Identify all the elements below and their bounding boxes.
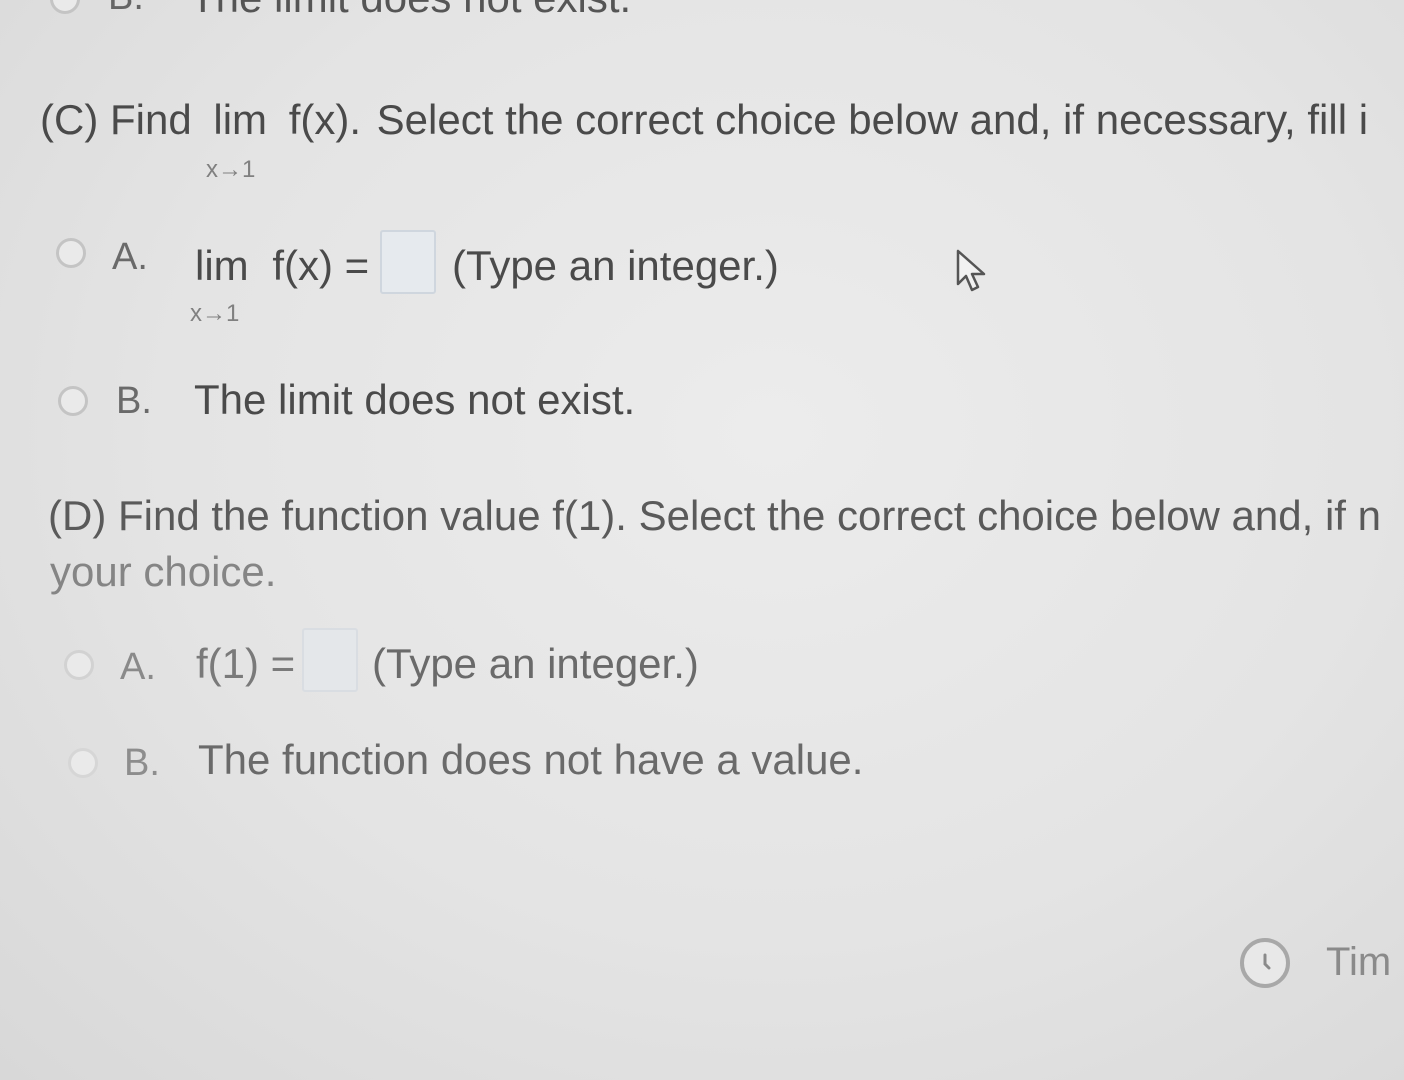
part-c-question: (C) Find lim f(x). Select the correct ch…: [40, 96, 1368, 144]
part-d-choice-b-text: The function does not have a value.: [198, 736, 864, 783]
part-c-lim: lim: [213, 96, 268, 143]
part-c-choice-b-text: The limit does not exist.: [194, 376, 636, 423]
timer-label[interactable]: Tim: [1326, 940, 1391, 985]
clock-icon: [1240, 938, 1290, 988]
part-d-question-line2: your choice.: [50, 548, 277, 595]
part-c-choice-a-lim: lim: [195, 242, 249, 289]
previous-choice-b-letter: B.: [108, 0, 144, 19]
part-c-answer-input[interactable]: [380, 230, 436, 294]
part-d-choice-a-letter: A.: [120, 646, 156, 688]
part-d-answer-input[interactable]: [302, 628, 358, 692]
previous-choice-b-text: The limit does not exist.: [190, 0, 631, 22]
part-c-rest: Select the correct choice below and, if …: [376, 96, 1369, 143]
part-c-choice-a-func: f(x) =: [272, 242, 370, 289]
part-c-choice-a-radio[interactable]: [56, 238, 86, 268]
part-c-prefix: (C) Find: [40, 96, 192, 143]
part-d-choice-b-radio[interactable]: [68, 748, 98, 778]
part-c-func: f(x).: [288, 96, 361, 143]
part-c-choice-a-letter: A.: [112, 236, 148, 278]
part-c-limit-subscript: x→1: [206, 156, 256, 183]
part-c-choice-a-expression: lim f(x) =: [195, 242, 369, 290]
part-d-question-line1: (D) Find the function value f(1). Select…: [48, 492, 1381, 539]
part-c-choice-a-hint: (Type an integer.): [452, 242, 779, 289]
part-c-choice-b-letter: B.: [116, 380, 152, 422]
part-c-choice-b-radio[interactable]: [58, 386, 88, 416]
part-d-choice-a-expression: f(1) =: [196, 640, 296, 687]
mouse-pointer-icon: [956, 249, 986, 292]
part-c-choice-a-subscript: x→1: [190, 300, 240, 327]
part-d-choice-a-radio[interactable]: [64, 650, 94, 680]
part-d-choice-b-letter: B.: [124, 742, 160, 784]
part-d-choice-a-hint: (Type an integer.): [372, 640, 699, 687]
previous-choice-b-radio[interactable]: [50, 0, 80, 14]
